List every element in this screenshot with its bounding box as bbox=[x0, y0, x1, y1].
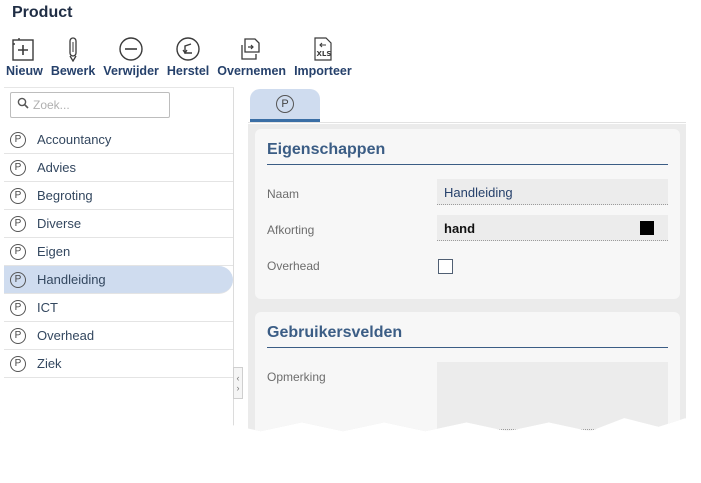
remark-label: Opmerking bbox=[267, 370, 326, 384]
list-item-label: Begroting bbox=[37, 188, 93, 203]
delete-button[interactable]: Verwijder bbox=[103, 36, 159, 84]
product-list: P Accountancy P Advies P Begroting P Diverse… bbox=[4, 126, 233, 378]
list-item-label: Handleiding bbox=[37, 272, 106, 287]
copy-label: Overnemen bbox=[217, 64, 287, 78]
chevron-right-icon: › bbox=[236, 383, 240, 393]
product-window: Product Nieuw Bewerk Verwijder Herstel O… bbox=[0, 0, 686, 432]
abbreviation-field[interactable]: hand bbox=[437, 215, 668, 241]
import-label: Importeer bbox=[294, 64, 352, 78]
detail-pane: P Eigenschappen Naam Handleiding Afkorti… bbox=[248, 87, 686, 432]
product-sidebar: P Accountancy P Advies P Begroting P Diverse… bbox=[4, 87, 234, 432]
product-icon: P bbox=[10, 243, 26, 260]
product-icon: P bbox=[10, 327, 26, 344]
edit-button[interactable]: Bewerk bbox=[51, 36, 95, 84]
name-label: Naam bbox=[267, 187, 300, 201]
overhead-checkbox[interactable] bbox=[438, 259, 453, 274]
undo-circle-icon bbox=[174, 36, 202, 62]
product-icon: P bbox=[10, 159, 26, 176]
xls-import-icon: XLS bbox=[309, 36, 337, 62]
toolbar: Nieuw Bewerk Verwijder Herstel Overnemen bbox=[6, 36, 360, 84]
list-item-accountancy[interactable]: P Accountancy bbox=[4, 126, 233, 154]
xls-text: XLS bbox=[316, 50, 331, 58]
abbreviation-value: hand bbox=[444, 221, 476, 236]
window-title: Product bbox=[12, 4, 73, 21]
list-item-label: Eigen bbox=[37, 244, 71, 259]
product-icon: P bbox=[10, 271, 26, 288]
color-swatch[interactable] bbox=[640, 221, 654, 235]
new-label: Nieuw bbox=[6, 64, 43, 78]
remark-field[interactable] bbox=[437, 362, 668, 430]
import-button[interactable]: XLS Importeer bbox=[294, 36, 352, 84]
abbreviation-label: Afkorting bbox=[267, 223, 315, 237]
minus-circle-icon bbox=[117, 36, 145, 62]
tab-product[interactable]: P bbox=[250, 89, 320, 122]
search-icon bbox=[17, 96, 29, 114]
tab-bar: P bbox=[248, 87, 686, 123]
list-item-label: ICT bbox=[37, 300, 58, 315]
delete-label: Verwijder bbox=[103, 64, 159, 78]
search-box[interactable] bbox=[10, 92, 170, 118]
overhead-label: Overhead bbox=[267, 259, 320, 273]
restore-button[interactable]: Herstel bbox=[167, 36, 209, 84]
sidebar-collapse-toggle[interactable]: ‹ › bbox=[233, 367, 243, 399]
list-item-label: Overhead bbox=[37, 328, 95, 343]
restore-label: Herstel bbox=[166, 64, 210, 78]
copy-button[interactable]: Overnemen bbox=[217, 36, 286, 84]
product-icon: P bbox=[276, 95, 294, 113]
list-item-label: Accountancy bbox=[37, 132, 112, 147]
copy-icon bbox=[238, 36, 266, 62]
product-icon: P bbox=[10, 215, 26, 232]
pencil-icon bbox=[59, 36, 87, 62]
list-item-ict[interactable]: P ICT bbox=[4, 294, 233, 322]
list-item-diverse[interactable]: P Diverse bbox=[4, 210, 233, 238]
edit-label: Bewerk bbox=[50, 64, 96, 78]
new-button[interactable]: Nieuw bbox=[6, 36, 43, 84]
list-item-begroting[interactable]: P Begroting bbox=[4, 182, 233, 210]
list-item-eigen[interactable]: P Eigen bbox=[4, 238, 233, 266]
properties-title: Eigenschappen bbox=[267, 141, 668, 165]
product-icon: P bbox=[10, 355, 26, 372]
list-item-handleiding[interactable]: P Handleiding bbox=[4, 266, 233, 294]
panel-area: Eigenschappen Naam Handleiding Afkorting… bbox=[248, 124, 686, 432]
product-icon: P bbox=[10, 187, 26, 204]
name-field[interactable]: Handleiding bbox=[437, 179, 668, 205]
list-item-label: Diverse bbox=[37, 216, 82, 231]
list-item-overhead[interactable]: P Overhead bbox=[4, 322, 233, 350]
list-item-advies[interactable]: P Advies bbox=[4, 154, 233, 182]
properties-card: Eigenschappen Naam Handleiding Afkorting… bbox=[255, 129, 680, 299]
list-item-label: Advies bbox=[37, 160, 77, 175]
user-fields-card: Gebruikersvelden Opmerking bbox=[255, 312, 680, 432]
product-icon: P bbox=[10, 131, 26, 148]
list-item-ziek[interactable]: P Ziek bbox=[4, 350, 233, 378]
chevron-left-icon: ‹ bbox=[236, 373, 240, 383]
user-fields-title: Gebruikersvelden bbox=[267, 324, 668, 348]
product-icon: P bbox=[10, 299, 26, 316]
search-input[interactable] bbox=[33, 98, 163, 112]
list-item-label: Ziek bbox=[37, 356, 62, 371]
new-icon bbox=[10, 36, 38, 62]
